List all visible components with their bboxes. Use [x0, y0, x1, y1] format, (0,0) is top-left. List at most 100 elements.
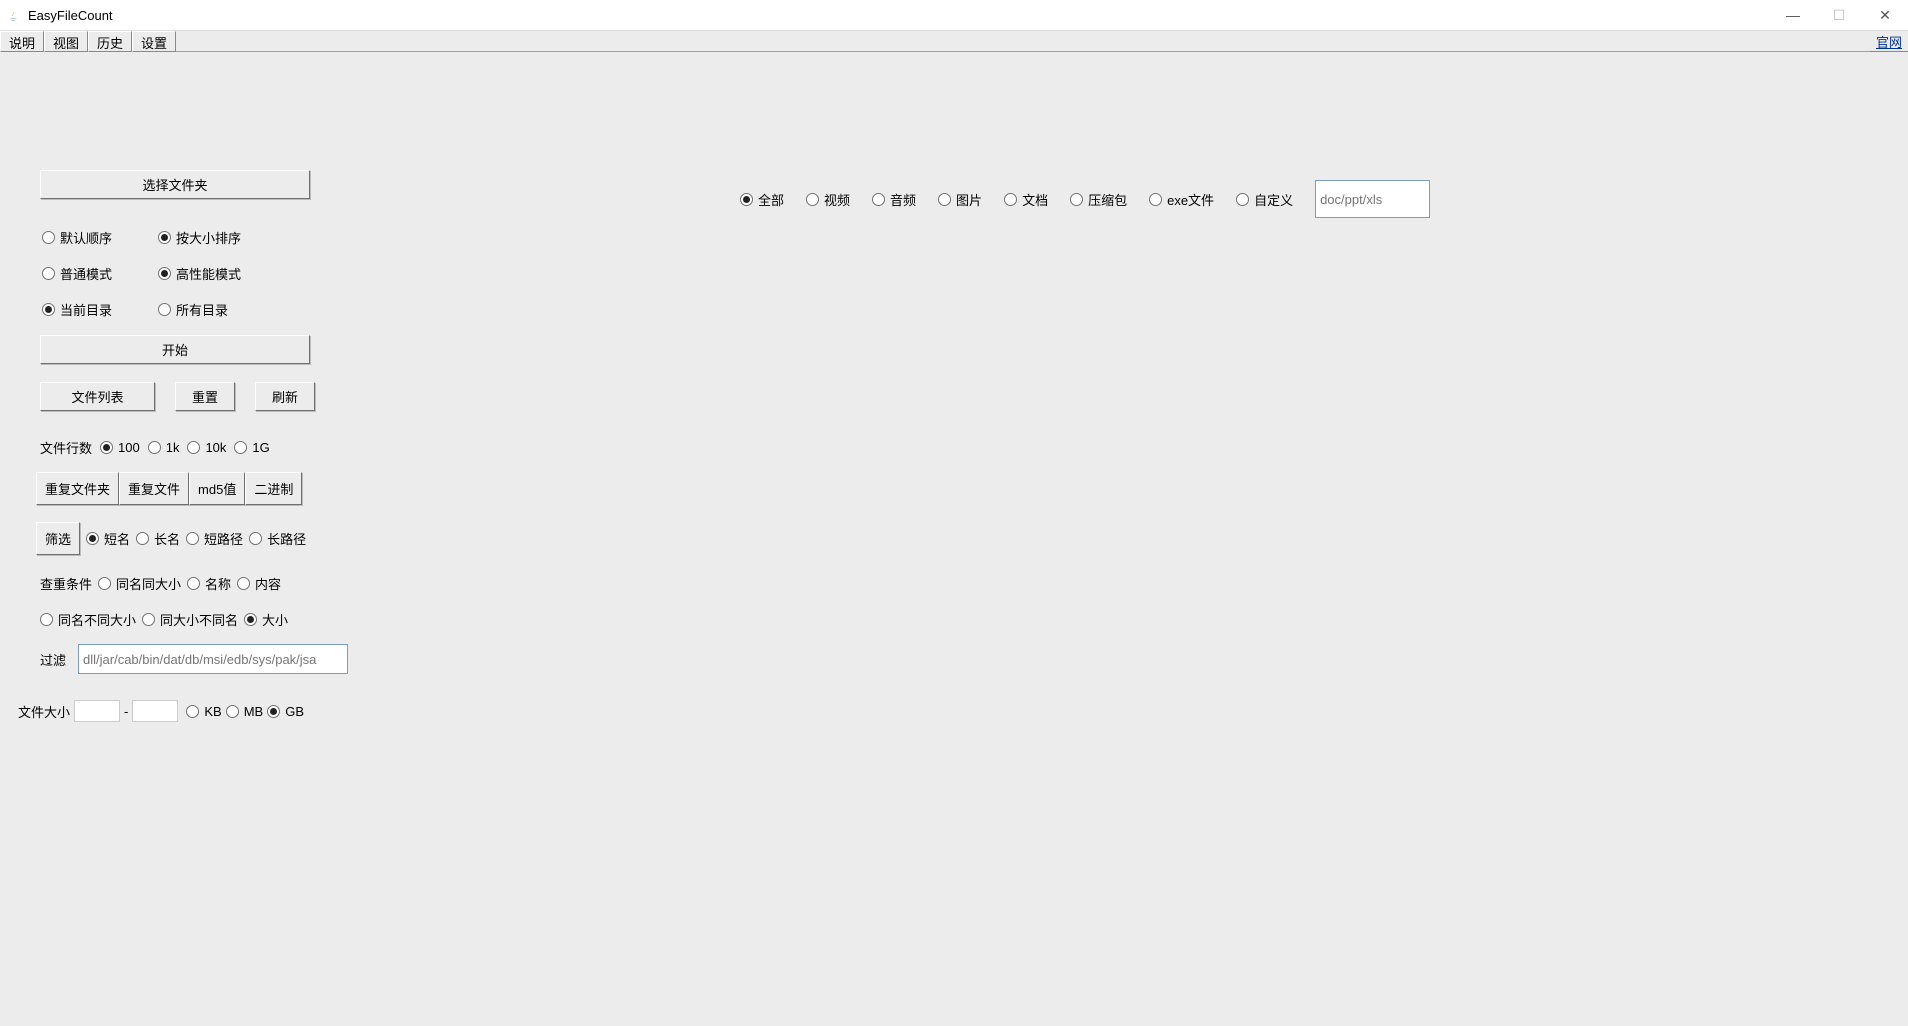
dupcond-same-size-diff-name[interactable]: 同大小不同名	[142, 610, 238, 629]
dupcond-same-name-diff-size[interactable]: 同名不同大小	[40, 610, 136, 629]
radio-icon	[1149, 193, 1162, 206]
dupcond-same-name-size[interactable]: 同名同大小	[98, 574, 181, 593]
radio-icon	[872, 193, 885, 206]
radio-icon	[1236, 193, 1249, 206]
radio-icon	[237, 577, 250, 590]
scope-group: 当前目录 所有目录	[42, 300, 228, 319]
radio-icon	[186, 532, 199, 545]
menu-settings[interactable]: 设置	[132, 31, 176, 52]
namefilter-longname[interactable]: 长名	[136, 529, 180, 548]
sort-size[interactable]: 按大小排序	[158, 228, 241, 247]
filesize-sep: -	[124, 704, 128, 719]
dupcond-content[interactable]: 内容	[237, 574, 281, 593]
radio-icon	[98, 577, 111, 590]
filesize-min-input[interactable]	[74, 700, 120, 722]
mode-normal[interactable]: 普通模式	[42, 264, 112, 283]
dup-buttons: 重复文件夹 重复文件 md5值 二进制	[36, 472, 302, 505]
radio-icon	[187, 441, 200, 454]
dupcond-row1: 查重条件 同名同大小 名称 内容	[40, 574, 281, 593]
radio-icon	[42, 267, 55, 280]
filetype-all[interactable]: 全部	[740, 190, 784, 209]
radio-icon	[187, 577, 200, 590]
radio-icon	[42, 303, 55, 316]
radio-icon	[249, 532, 262, 545]
file-list-button[interactable]: 文件列表	[40, 382, 155, 411]
radio-icon	[226, 705, 239, 718]
radio-icon	[40, 613, 53, 626]
filetype-custom[interactable]: 自定义	[1236, 190, 1293, 209]
filter-button[interactable]: 筛选	[36, 522, 80, 555]
filelines-1g[interactable]: 1G	[234, 440, 269, 455]
filesize-gb[interactable]: GB	[267, 704, 304, 719]
menu-help[interactable]: 说明	[0, 31, 44, 52]
dupcond-size[interactable]: 大小	[244, 610, 288, 629]
filter-input[interactable]	[78, 644, 348, 674]
filelines-100[interactable]: 100	[100, 440, 140, 455]
radio-icon	[142, 613, 155, 626]
radio-icon	[806, 193, 819, 206]
official-site-link[interactable]: 官网	[1870, 31, 1908, 52]
menu-view[interactable]: 视图	[44, 31, 88, 52]
radio-icon	[234, 441, 247, 454]
binary-button[interactable]: 二进制	[245, 472, 302, 505]
filelines-10k[interactable]: 10k	[187, 440, 226, 455]
close-button[interactable]: ✕	[1862, 0, 1908, 30]
namefilter-group: 筛选 短名 长名 短路径 长路径	[36, 522, 306, 555]
titlebar: EasyFileCount — ☐ ✕	[0, 0, 1908, 31]
start-button[interactable]: 开始	[40, 335, 310, 364]
filesize-kb[interactable]: KB	[186, 704, 221, 719]
filter-row: 过滤	[40, 644, 348, 674]
radio-icon	[267, 705, 280, 718]
window-title: EasyFileCount	[28, 8, 1770, 23]
namefilter-longpath[interactable]: 长路径	[249, 529, 306, 548]
sort-group: 默认顺序 按大小排序	[42, 228, 241, 247]
custom-ext-input[interactable]	[1315, 180, 1430, 218]
mode-highperf[interactable]: 高性能模式	[158, 264, 241, 283]
menu-history[interactable]: 历史	[88, 31, 132, 52]
dupcond-name[interactable]: 名称	[187, 574, 231, 593]
refresh-button[interactable]: 刷新	[255, 382, 315, 411]
namefilter-shortname[interactable]: 短名	[86, 529, 130, 548]
scope-current[interactable]: 当前目录	[42, 300, 112, 319]
filesize-max-input[interactable]	[132, 700, 178, 722]
filter-label: 过滤	[40, 650, 66, 669]
minimize-button[interactable]: —	[1770, 0, 1816, 30]
window-controls: — ☐ ✕	[1770, 0, 1908, 30]
filetype-archive[interactable]: 压缩包	[1070, 190, 1127, 209]
reset-button[interactable]: 重置	[175, 382, 235, 411]
radio-icon	[186, 705, 199, 718]
dupcond-row2: 同名不同大小 同大小不同名 大小	[40, 610, 288, 629]
dup-folder-button[interactable]: 重复文件夹	[36, 472, 119, 505]
content-area: 全部 视频 音频 图片 文档 压缩包 exe文件 自定义 选择文件夹 默认顺序 …	[0, 52, 1908, 1026]
filelines-1k[interactable]: 1k	[148, 440, 180, 455]
maximize-button[interactable]: ☐	[1816, 0, 1862, 30]
radio-icon	[148, 441, 161, 454]
md5-button[interactable]: md5值	[189, 472, 245, 505]
radio-icon	[938, 193, 951, 206]
filelines-group: 文件行数 100 1k 10k 1G	[40, 438, 270, 457]
filesize-label: 文件大小	[18, 702, 70, 721]
filetype-doc[interactable]: 文档	[1004, 190, 1048, 209]
mode-group: 普通模式 高性能模式	[42, 264, 241, 283]
radio-icon	[1004, 193, 1017, 206]
namefilter-shortpath[interactable]: 短路径	[186, 529, 243, 548]
radio-icon	[158, 303, 171, 316]
radio-icon	[1070, 193, 1083, 206]
scope-all[interactable]: 所有目录	[158, 300, 228, 319]
filetype-exe[interactable]: exe文件	[1149, 190, 1214, 209]
action-buttons: 文件列表 重置 刷新	[40, 382, 315, 411]
radio-icon	[42, 231, 55, 244]
sort-default[interactable]: 默认顺序	[42, 228, 112, 247]
radio-icon	[244, 613, 257, 626]
radio-icon	[100, 441, 113, 454]
filetype-video[interactable]: 视频	[806, 190, 850, 209]
choose-folder-button[interactable]: 选择文件夹	[40, 170, 310, 199]
dup-file-button[interactable]: 重复文件	[119, 472, 189, 505]
java-icon	[6, 7, 22, 23]
dupcond-label: 查重条件	[40, 574, 92, 593]
filetype-audio[interactable]: 音频	[872, 190, 916, 209]
filesize-row: 文件大小 - KB MB GB	[18, 700, 304, 722]
filelines-label: 文件行数	[40, 438, 92, 457]
filesize-mb[interactable]: MB	[226, 704, 264, 719]
filetype-image[interactable]: 图片	[938, 190, 982, 209]
